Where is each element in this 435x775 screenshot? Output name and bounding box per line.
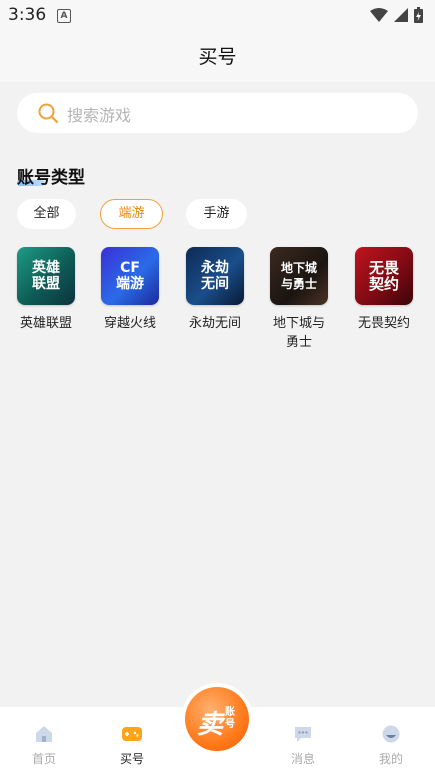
game-logo-naraka: 永劫 无间 xyxy=(186,247,244,305)
system-icons xyxy=(370,7,423,23)
sell-label: 卖 xyxy=(197,710,224,740)
game-name: 永劫无间 xyxy=(188,316,241,331)
game-logo-valorant: 无畏 契约 xyxy=(355,247,413,305)
game-item-dnf[interactable]: 地下城 与勇士 地下城与勇士 xyxy=(264,247,334,352)
status-bar: 3:36 A xyxy=(0,0,435,30)
account-label: 账号 xyxy=(225,707,235,730)
game-name: 无畏契约 xyxy=(357,316,410,331)
tab-home[interactable]: 首页 xyxy=(14,725,74,767)
status-time: 3:36 xyxy=(8,5,47,25)
tab-label: 买号 xyxy=(119,752,144,766)
battery-icon xyxy=(414,7,423,23)
game-logo-text: 无畏 契约 xyxy=(368,259,399,293)
game-item-cf[interactable]: CF 端游 穿越火线 xyxy=(95,247,165,333)
game-item-naraka[interactable]: 永劫 无间 永劫无间 xyxy=(180,247,250,333)
chip-mobile[interactable]: 手游 xyxy=(186,199,247,229)
tab-profile[interactable]: 我的 xyxy=(361,725,421,767)
wifi-icon xyxy=(370,8,388,22)
chip-pc[interactable]: 端游 xyxy=(100,199,163,229)
game-logo-lol: 英雄 联盟 xyxy=(17,247,75,305)
tab-buy[interactable]: 买号 xyxy=(102,725,162,767)
game-logo-text: 永劫 无间 xyxy=(201,260,229,292)
game-logo-dnf: 地下城 与勇士 xyxy=(270,247,328,305)
game-name: 英雄联盟 xyxy=(19,316,72,331)
game-logo-text: 地下城 与勇士 xyxy=(280,261,317,291)
sell-account-button[interactable]: 卖 账号 xyxy=(181,683,253,755)
game-logo-text: CF 端游 xyxy=(116,260,144,292)
gamepad-icon xyxy=(122,727,142,741)
search-icon xyxy=(38,103,59,124)
tab-messages[interactable]: 消息 xyxy=(273,725,333,767)
home-icon xyxy=(36,726,52,742)
tab-label: 我的 xyxy=(378,752,403,766)
signal-icon xyxy=(394,8,408,22)
tab-label: 首页 xyxy=(31,752,56,766)
game-item-valorant[interactable]: 无畏 契约 无畏契约 xyxy=(349,247,419,333)
header: 买号 xyxy=(0,30,435,82)
profile-icon xyxy=(382,725,400,743)
page-title: 买号 xyxy=(198,46,237,68)
chat-icon xyxy=(295,727,311,742)
game-logo-text: 英雄 联盟 xyxy=(32,260,60,292)
chip-all[interactable]: 全部 xyxy=(17,199,76,229)
game-logo-cf: CF 端游 xyxy=(101,247,159,305)
game-name: 穿越火线 xyxy=(103,316,156,331)
search-input[interactable]: 搜索游戏 xyxy=(17,93,418,133)
search-placeholder: 搜索游戏 xyxy=(67,106,132,125)
tab-label: 消息 xyxy=(290,752,315,766)
section-title: 账号类型 xyxy=(17,168,85,188)
game-name: 地下城与勇士 xyxy=(272,316,325,350)
notification-icon: A xyxy=(57,9,71,23)
game-item-lol[interactable]: 英雄 联盟 英雄联盟 xyxy=(11,247,81,333)
sell-account-badge: 卖 账号 xyxy=(185,687,249,751)
